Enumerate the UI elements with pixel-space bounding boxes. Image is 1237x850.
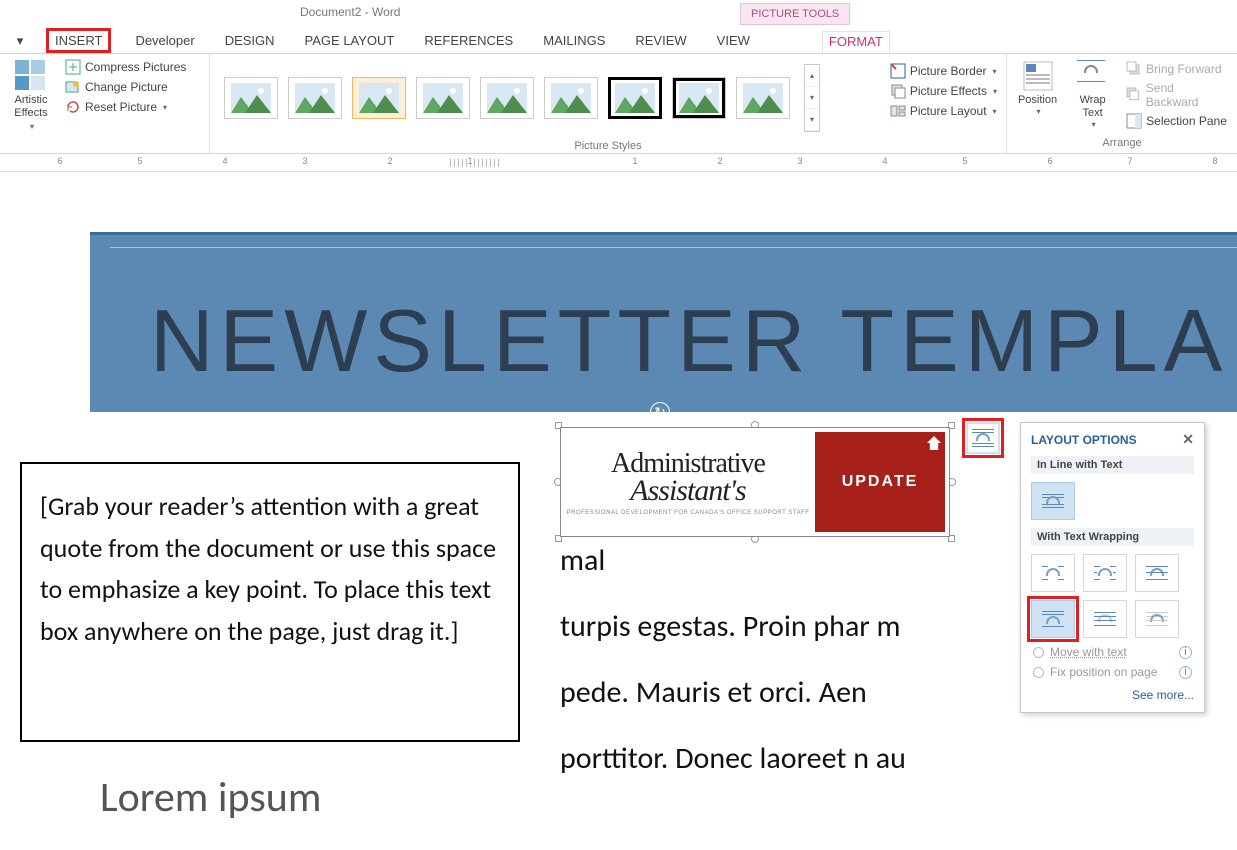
send-backward-button[interactable]: Send Backward (1123, 80, 1231, 110)
reset-picture-icon (65, 99, 81, 115)
layout-option-behind-text[interactable] (1083, 600, 1127, 638)
selection-pane-button[interactable]: Selection Pane (1123, 112, 1231, 130)
title-bar: Document2 - Word PICTURE TOOLS (0, 0, 1237, 28)
picture-border-button[interactable]: Picture Border (887, 62, 1000, 80)
reset-picture-button[interactable]: Reset Picture (62, 98, 189, 116)
layout-options-title: LAYOUT OPTIONS (1031, 433, 1137, 447)
layout-options-panel: LAYOUT OPTIONS ✕ In Line with Text With … (1020, 422, 1205, 713)
style-thumb-2[interactable] (288, 77, 342, 119)
layout-options-launcher[interactable] (966, 422, 1000, 454)
style-thumb-9[interactable] (736, 77, 790, 119)
layout-option-in-front[interactable] (1135, 600, 1179, 638)
tab-mailings[interactable]: MAILINGS (537, 31, 611, 50)
style-thumb-3[interactable] (352, 77, 406, 119)
heading-inline: In Line with Text (1031, 456, 1194, 474)
artistic-effects-button[interactable]: Artistic Effects (6, 58, 56, 136)
tab-view[interactable]: VIEW (711, 31, 756, 50)
compress-icon (65, 59, 81, 75)
position-icon (1022, 60, 1054, 92)
bring-forward-button[interactable]: Bring Forward (1123, 60, 1231, 78)
document-canvas[interactable]: NEWSLETTER TEMPLA ↻ Administrative Assis… (0, 172, 1237, 850)
tab-references[interactable]: REFERENCES (418, 31, 519, 50)
picture-border-icon (890, 63, 906, 79)
group-label-picture-styles: Picture Styles (216, 138, 1000, 154)
picture-tools-context-tab[interactable]: PICTURE TOOLS (740, 3, 850, 25)
tab-format[interactable]: FORMAT (822, 31, 890, 53)
tab-developer[interactable]: Developer (129, 31, 200, 50)
customize-qat-icon[interactable]: ▾ (12, 33, 28, 49)
group-adjust: Artistic Effects Compress Pictures Chang… (0, 54, 210, 153)
radio-move-with-text[interactable]: Move with text i (1031, 642, 1194, 662)
info-icon[interactable]: i (1179, 646, 1192, 659)
group-arrange: Position Wrap Text Bring Forward (1007, 54, 1237, 153)
tab-insert[interactable]: INSERT (46, 28, 111, 53)
layout-option-inline[interactable] (1031, 482, 1075, 520)
horizontal-ruler[interactable]: 6 5 4 3 2 1 1 2 3 4 5 6 7 8 (0, 154, 1237, 172)
picture-layout-icon (890, 103, 906, 119)
layout-option-square[interactable] (1031, 554, 1075, 592)
picture-effects-button[interactable]: Picture Effects (887, 82, 1000, 100)
tab-review[interactable]: REVIEW (629, 31, 692, 50)
picture-layout-button[interactable]: Picture Layout (887, 102, 1000, 120)
newsletter-banner[interactable]: NEWSLETTER TEMPLA (90, 232, 1237, 412)
style-thumb-4[interactable] (416, 77, 470, 119)
tab-design[interactable]: DESIGN (219, 31, 281, 50)
wrap-text-icon (1077, 60, 1109, 92)
ribbon: Artistic Effects Compress Pictures Chang… (0, 54, 1237, 154)
radio-icon (1033, 667, 1044, 678)
style-thumb-1[interactable] (224, 77, 278, 119)
banner-title: NEWSLETTER TEMPLA (150, 290, 1228, 392)
close-icon[interactable]: ✕ (1182, 431, 1194, 448)
position-button[interactable]: Position (1013, 58, 1062, 119)
radio-icon (1033, 647, 1044, 658)
change-picture-button[interactable]: Change Picture (62, 78, 189, 96)
layout-option-tight[interactable] (1083, 554, 1127, 592)
inserted-image: Administrative Assistant's PROFESSIONAL … (560, 427, 950, 537)
selected-picture[interactable]: Administrative Assistant's PROFESSIONAL … (555, 422, 955, 542)
layout-option-top-and-bottom[interactable] (1031, 600, 1075, 638)
group-picture-styles: ▴▾▾ Picture Border Picture Effects Pictu… (210, 54, 1007, 153)
change-picture-icon (65, 79, 81, 95)
page-heading[interactable]: Lorem ipsum (100, 772, 321, 823)
style-thumb-6[interactable] (544, 77, 598, 119)
send-backward-icon (1126, 87, 1142, 103)
compress-pictures-button[interactable]: Compress Pictures (62, 58, 189, 76)
picture-style-gallery[interactable]: ▴▾▾ (216, 58, 881, 138)
tab-page-layout[interactable]: PAGE LAYOUT (299, 31, 401, 50)
artistic-effects-icon (15, 60, 47, 92)
info-icon[interactable]: i (1179, 666, 1192, 679)
see-more-link[interactable]: See more... (1031, 688, 1194, 702)
style-thumb-7[interactable] (608, 77, 662, 119)
contextual-tab-area: PICTURE TOOLS (740, 0, 850, 28)
style-thumb-5[interactable] (480, 77, 534, 119)
bring-forward-icon (1126, 61, 1142, 77)
picture-effects-icon (890, 83, 906, 99)
selection-pane-icon (1126, 113, 1142, 129)
document-title: Document2 - Word (300, 5, 400, 19)
wrap-text-button[interactable]: Wrap Text (1068, 58, 1117, 132)
wrap-text-icon (972, 429, 994, 447)
chevron-down-icon (28, 120, 34, 133)
gallery-scroll[interactable]: ▴▾▾ (804, 64, 820, 132)
heading-wrapping: With Text Wrapping (1031, 528, 1194, 546)
radio-fix-position[interactable]: Fix position on page i (1031, 662, 1194, 682)
pull-quote-textbox[interactable]: [Grab your reader’s attention with a gre… (20, 462, 520, 742)
rotate-handle-icon[interactable]: ↻ (650, 402, 670, 422)
layout-option-through[interactable] (1135, 554, 1179, 592)
group-label-arrange: Arrange (1013, 135, 1231, 151)
style-thumb-8[interactable] (672, 77, 726, 119)
ribbon-tabs: ▾ INSERT Developer DESIGN PAGE LAYOUT RE… (0, 28, 1237, 54)
